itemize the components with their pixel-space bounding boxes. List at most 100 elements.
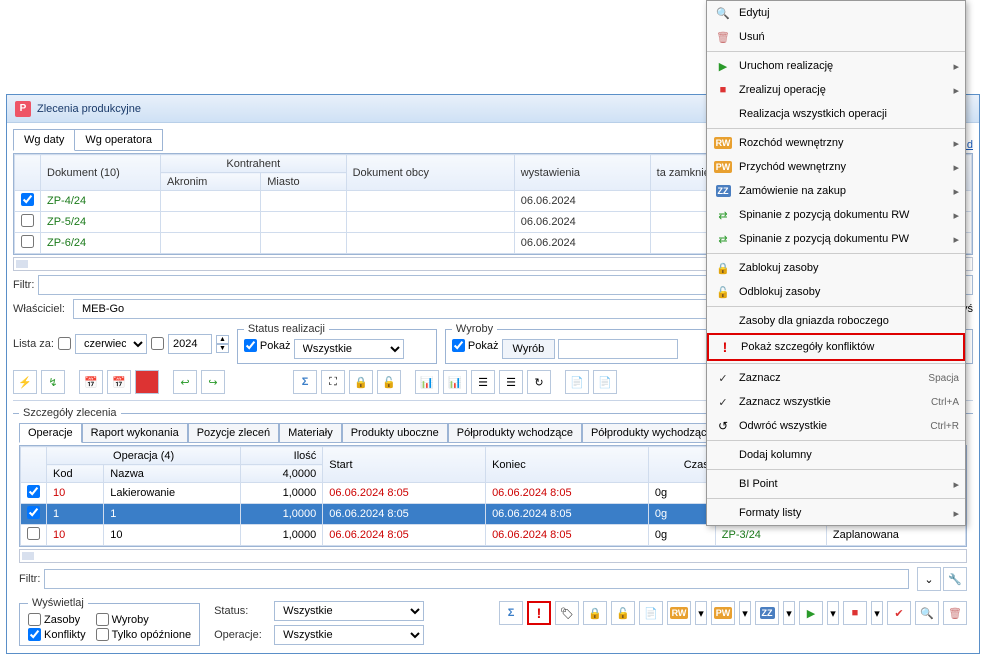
wyroby-show-check[interactable]: Pokaż — [452, 339, 499, 352]
tb-fwd-icon[interactable]: ↪ — [201, 370, 225, 394]
col-miasto[interactable]: Miasto — [261, 173, 346, 191]
ops-row-check[interactable] — [27, 506, 40, 519]
menu-item-11[interactable]: ⇄Spinanie z pozycją dokumentu PW▸ — [707, 227, 965, 251]
bt-rw-icon[interactable]: RW — [667, 601, 691, 625]
subtab-4[interactable]: Produkty uboczne — [342, 423, 448, 443]
tb-chart1-icon[interactable]: 📊 — [415, 370, 439, 394]
listfor-month[interactable]: czerwiec — [75, 334, 147, 354]
filter2-funnel-icon[interactable]: ⌄ — [917, 567, 941, 591]
subtab-6[interactable]: Półprodukty wychodzące — [582, 423, 722, 443]
ops-col-start[interactable]: Start — [323, 447, 486, 483]
col-wyst[interactable]: wystawienia — [514, 155, 650, 191]
ops2-select[interactable]: Wszystkie — [274, 625, 424, 645]
bt-stop-icon[interactable]: ■ — [843, 601, 867, 625]
menu-item-19[interactable]: ✓ZaznaczSpacja — [707, 366, 965, 390]
listfor-year-check[interactable] — [151, 337, 164, 350]
tb-unlock-icon[interactable]: 🔓 — [377, 370, 401, 394]
ops-col-operacja[interactable]: Operacja (4) — [47, 447, 241, 465]
menu-item-25[interactable]: BI Point▸ — [707, 472, 965, 496]
menu-item-23[interactable]: Dodaj kolumny — [707, 443, 965, 467]
col-obcy[interactable]: Dokument obcy — [346, 155, 514, 191]
ops-col-kod[interactable]: Kod — [47, 465, 104, 483]
row-check[interactable] — [21, 235, 34, 248]
ops-row-check[interactable] — [27, 527, 40, 540]
tb-cal2-icon[interactable]: 📅 — [107, 370, 131, 394]
subtab-1[interactable]: Raport wykonania — [82, 423, 188, 443]
tb-lightning-icon[interactable]: ⚡ — [13, 370, 37, 394]
ops-col-ilosc-sum[interactable]: 4,0000 — [241, 465, 323, 483]
tb-sigma-icon[interactable]: Σ — [293, 370, 317, 394]
ops-col-ilosc[interactable]: Ilość — [241, 447, 323, 465]
year-down[interactable]: ▼ — [216, 344, 229, 353]
tb-chart2-icon[interactable]: 📊 — [443, 370, 467, 394]
menu-item-27[interactable]: Formaty listy▸ — [707, 501, 965, 525]
row-check[interactable] — [21, 193, 34, 206]
menu-item-21[interactable]: ↺Odwróć wszystkieCtrl+R — [707, 414, 965, 438]
status2-select[interactable]: Wszystkie — [274, 601, 424, 621]
col-kontrahent[interactable]: Kontrahent — [161, 155, 347, 173]
bt-zz-icon[interactable]: ZZ — [755, 601, 779, 625]
menu-item-14[interactable]: 🔓Odblokuj zasoby — [707, 280, 965, 304]
wyrob-input[interactable] — [558, 339, 678, 359]
menu-item-0[interactable]: 🔍Edytuj — [707, 1, 965, 25]
tb-back-icon[interactable]: ↩ — [173, 370, 197, 394]
bt-lock-icon[interactable]: 🔒 — [583, 601, 607, 625]
tab-wg-daty[interactable]: Wg daty — [13, 129, 75, 151]
tb-list2-icon[interactable]: ☰ — [499, 370, 523, 394]
bt-pw-dd-icon[interactable]: ▾ — [739, 601, 751, 625]
chk-zasoby[interactable]: Zasoby — [28, 613, 86, 626]
tb-lock-icon[interactable]: 🔒 — [349, 370, 373, 394]
tab-wg-operatora[interactable]: Wg operatora — [75, 129, 163, 151]
ops-row[interactable]: 10101,0000 06.06.2024 8:0506.06.2024 8:0… — [21, 525, 966, 546]
menu-item-20[interactable]: ✓Zaznacz wszystkieCtrl+A — [707, 390, 965, 414]
subtab-3[interactable]: Materiały — [279, 423, 342, 443]
col-doc[interactable]: Dokument (10) — [41, 155, 161, 191]
bt-play-dd-icon[interactable]: ▾ — [827, 601, 839, 625]
year-up[interactable]: ▲ — [216, 335, 229, 344]
menu-item-1[interactable]: 🗑Usuń — [707, 25, 965, 49]
chk-wyroby[interactable]: Wyroby — [96, 613, 192, 626]
chk-konflikty[interactable]: Konflikty — [28, 628, 86, 641]
ops-scrollbar[interactable] — [19, 549, 967, 563]
ops-row-check[interactable] — [27, 485, 40, 498]
bt-play-icon[interactable]: ▶ — [799, 601, 823, 625]
row-check[interactable] — [21, 214, 34, 227]
tb-expand-icon[interactable]: ⛶ — [321, 370, 345, 394]
tb-doc2-icon[interactable]: 📄 — [593, 370, 617, 394]
bt-sigma-icon[interactable]: Σ — [499, 601, 523, 625]
subtab-0[interactable]: Operacje — [19, 423, 82, 443]
listfor-month-check[interactable] — [58, 337, 71, 350]
bt-tag-icon[interactable]: 🏷 — [555, 601, 579, 625]
menu-item-9[interactable]: ZZZamówienie na zakup▸ — [707, 179, 965, 203]
menu-item-5[interactable]: Realizacja wszystkich operacji — [707, 102, 965, 126]
bt-conflict-icon[interactable]: ! — [527, 601, 551, 625]
col-akronim[interactable]: Akronim — [161, 173, 261, 191]
bt-rw-dd-icon[interactable]: ▾ — [695, 601, 707, 625]
filter2-tool-icon[interactable]: 🔧 — [943, 567, 967, 591]
bt-zz-dd-icon[interactable]: ▾ — [783, 601, 795, 625]
bt-stop-dd-icon[interactable]: ▾ — [871, 601, 883, 625]
bt-doc-icon[interactable]: 📄 — [639, 601, 663, 625]
status-select[interactable]: Wszystkie — [294, 339, 404, 359]
tb-doc-icon[interactable]: 📄 — [565, 370, 589, 394]
ops-col-koniec[interactable]: Koniec — [486, 447, 649, 483]
tb-list1-icon[interactable]: ☰ — [471, 370, 495, 394]
ops-col-nazwa[interactable]: Nazwa — [104, 465, 241, 483]
bt-unlock-icon[interactable]: 🔓 — [611, 601, 635, 625]
menu-item-16[interactable]: Zasoby dla gniazda roboczego — [707, 309, 965, 333]
tb-arrow-icon[interactable]: ↯ — [41, 370, 65, 394]
menu-item-13[interactable]: 🔒Zablokuj zasoby — [707, 256, 965, 280]
bt-trash-icon[interactable]: 🗑 — [943, 601, 967, 625]
menu-item-17[interactable]: !Pokaż szczegóły konfliktów — [707, 333, 965, 361]
subtab-5[interactable]: Półprodukty wchodzące — [448, 423, 582, 443]
tb-red-icon[interactable] — [135, 370, 159, 394]
menu-item-8[interactable]: PWPrzychód wewnętrzny▸ — [707, 155, 965, 179]
filter2-input[interactable] — [44, 569, 909, 589]
menu-item-10[interactable]: ⇄Spinanie z pozycją dokumentu RW▸ — [707, 203, 965, 227]
chk-opoznione[interactable]: Tylko opóźnione — [96, 628, 192, 641]
listfor-year[interactable] — [168, 334, 212, 354]
bt-pw-icon[interactable]: PW — [711, 601, 735, 625]
tb-refresh-icon[interactable]: ↻ — [527, 370, 551, 394]
tb-cal1-icon[interactable]: 📅 — [79, 370, 103, 394]
subtab-2[interactable]: Pozycje zleceń — [188, 423, 279, 443]
